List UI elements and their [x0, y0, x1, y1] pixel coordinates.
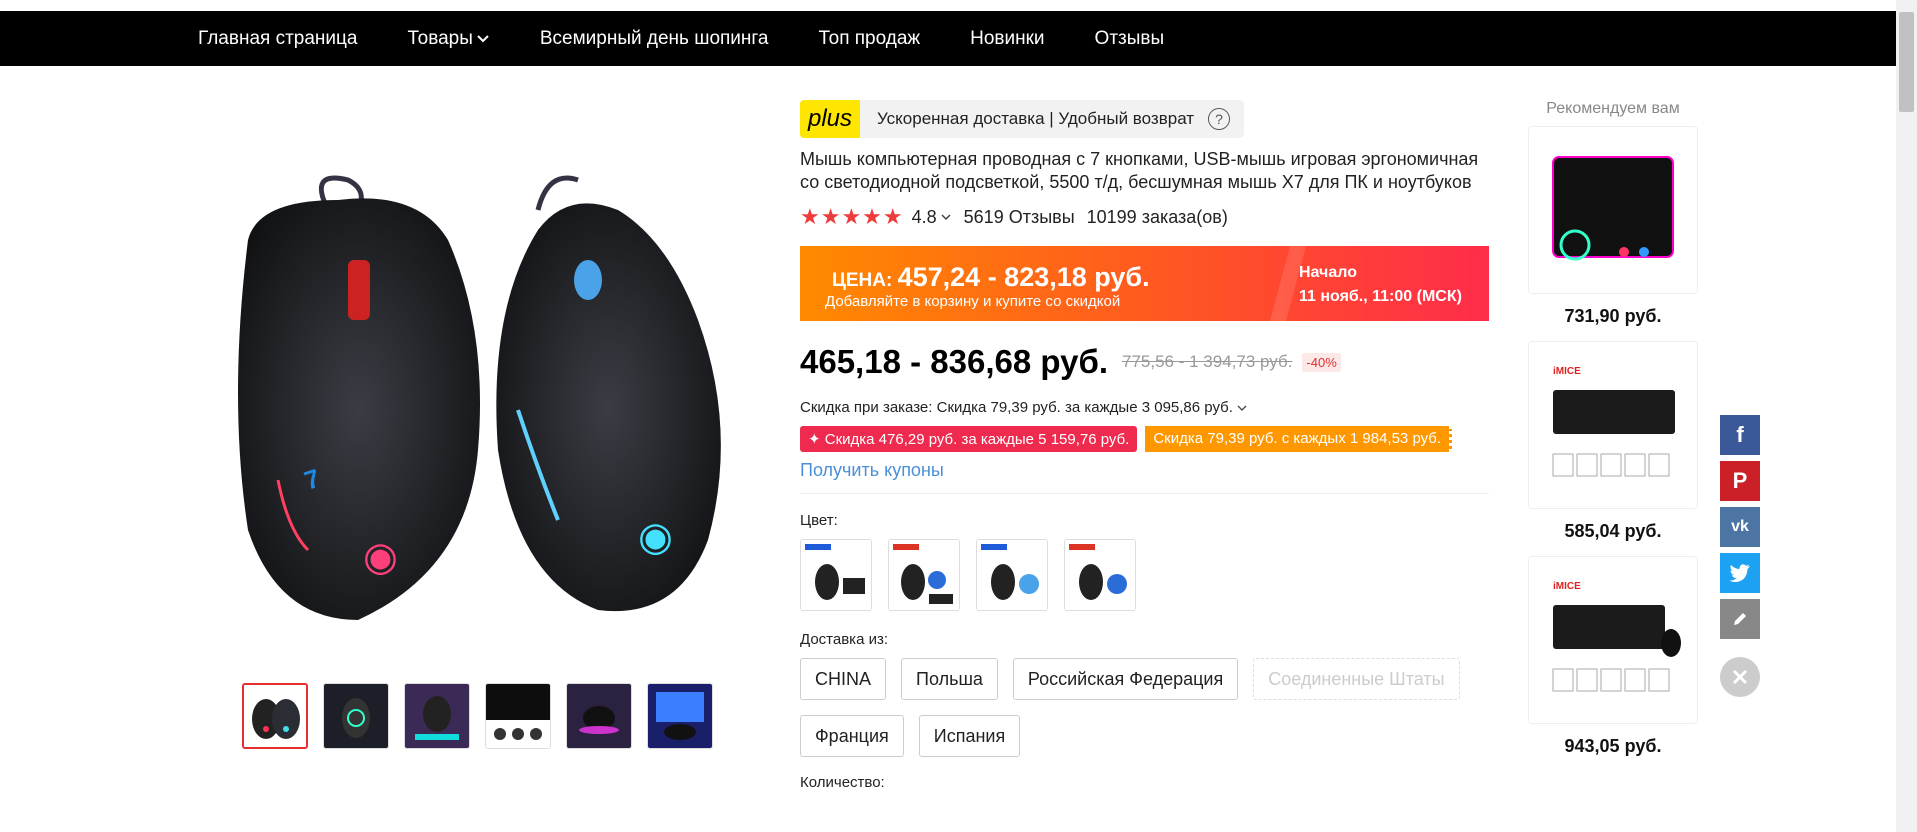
promo-price-banner: ЦЕНА: 457,24 - 823,18 руб. Добавляйте в … [800, 246, 1489, 321]
social-share-bar: f P vk [1720, 415, 1760, 697]
divider [800, 493, 1489, 494]
quantity-label: Количество: [800, 774, 885, 791]
plus-logo: plus [800, 100, 860, 138]
vk-icon[interactable]: vk [1720, 507, 1760, 547]
nav-item-label: Главная страница [198, 27, 358, 49]
rating-value[interactable]: 4.8 [912, 207, 937, 228]
nav-item-home[interactable]: Главная страница [198, 28, 358, 50]
question-circle-icon[interactable]: ? [1208, 108, 1231, 130]
chevron-down-icon[interactable] [940, 212, 952, 222]
recommend-card[interactable]: iMICE [1528, 556, 1698, 724]
order-discount-line[interactable]: Скидка при заказе: Скидка 79,39 руб. за … [800, 399, 1490, 416]
thumbnail[interactable] [566, 683, 632, 749]
recommend-card[interactable]: iMICE [1528, 341, 1698, 509]
svg-text:◉: ◉ [638, 515, 673, 559]
page: Главная страница Товары Всемирный день ш… [0, 0, 1917, 832]
nav-item-label: Новинки [970, 27, 1045, 49]
recommend-price: 585,04 руб. [1564, 521, 1662, 541]
ship-from-spain[interactable]: Испания [918, 715, 1021, 757]
thumbnail[interactable] [404, 683, 470, 749]
shipping-label: Доставка из: [800, 631, 889, 648]
thumbnail[interactable] [647, 683, 713, 749]
plus-banner[interactable]: plus Ускоренная доставка | Удобный возвр… [800, 100, 1245, 138]
recommend-price: 943,05 руб. [1564, 736, 1662, 756]
coupon-list: ✦ Скидка 476,29 руб. за каждые 5 159,76 … [800, 426, 1490, 452]
nav-item-label: Топ продаж [818, 27, 921, 49]
scrollbar-thumb[interactable] [1899, 12, 1914, 112]
nav-item-label: Всемирный день шопинга [539, 27, 769, 49]
recommend-column: Рекомендуем вам 731,90 руб. iMICE 585,04… [1528, 100, 1698, 771]
top-nav-bar: Главная страница Товары Всемирный день ш… [0, 11, 1896, 66]
nav-item-shopping-day[interactable]: Всемирный день шопинга [540, 28, 769, 50]
recommend-card[interactable] [1528, 126, 1698, 294]
pinterest-icon[interactable]: P [1720, 461, 1760, 501]
shipping-options: CHINA Польша Российская Федерация Соедин… [800, 658, 1500, 772]
nav-item-products[interactable]: Товары [408, 28, 490, 50]
ship-from-russia[interactable]: Российская Федерация [1012, 658, 1239, 700]
reviews-count[interactable]: 5619 Отзывы [964, 207, 1075, 228]
chevron-down-icon [477, 34, 489, 42]
promo-price-value: 457,24 - 823,18 руб. [897, 262, 1150, 292]
price-row: 465,18 - 836,68 руб. 775,56 - 1 394,73 р… [800, 343, 1490, 381]
promo-start-label: Начало [1299, 264, 1357, 281]
promo-start: Начало 11 нояб., 11:00 (МСК) [1299, 261, 1462, 309]
nav-item-label: Товары [407, 27, 473, 49]
rating-row: ★★★★★ 4.8 5619 Отзывы 10199 заказа(ов) [800, 204, 1490, 230]
main-nav: Главная страница Товары Всемирный день ш… [198, 11, 1214, 66]
plus-text: Ускоренная доставка | Удобный возврат [877, 109, 1195, 128]
thumbnail[interactable] [242, 683, 308, 749]
product-info: plus Ускоренная доставка | Удобный возвр… [800, 100, 1490, 791]
color-swatch[interactable] [800, 539, 872, 611]
current-price: 465,18 - 836,68 руб. [800, 343, 1108, 380]
color-swatch[interactable] [976, 539, 1048, 611]
promo-price-label: ЦЕНА: [832, 270, 893, 291]
ship-from-poland[interactable]: Польша [901, 658, 998, 700]
thumbnail[interactable] [323, 683, 389, 749]
promo-price: ЦЕНА: 457,24 - 823,18 руб. [832, 262, 1150, 293]
nav-item-label: Отзывы [1094, 27, 1165, 49]
ship-from-china[interactable]: CHINA [800, 658, 887, 700]
discount-badge: -40% [1302, 352, 1341, 372]
mouse-image-icon: 7 ◉ ◉ [238, 175, 721, 621]
recommend-price: 731,90 руб. [1564, 306, 1662, 326]
svg-text:iMICE: iMICE [1553, 366, 1581, 377]
chevron-down-icon [1237, 405, 1247, 411]
get-coupons-link[interactable]: Получить купоны [800, 460, 1490, 481]
order-discount-text: Скидка при заказе: Скидка 79,39 руб. за … [800, 399, 1233, 416]
color-label: Цвет: [800, 512, 838, 529]
ship-from-usa: Соединенные Штаты [1253, 658, 1460, 700]
old-price: 775,56 - 1 394,73 руб. [1122, 352, 1293, 371]
nav-item-reviews[interactable]: Отзывы [1095, 28, 1165, 50]
svg-text:◉: ◉ [363, 535, 398, 579]
color-swatch[interactable] [888, 539, 960, 611]
promo-subtitle: Добавляйте в корзину и купите со скидкой [825, 293, 1121, 310]
thumbnail-strip [242, 683, 728, 749]
coupon-seller[interactable]: Скидка 79,39 руб. с каждых 1 984,53 руб. [1145, 426, 1453, 452]
promo-start-date: 11 нояб., 11:00 (МСК) [1299, 288, 1462, 305]
color-swatch[interactable] [1064, 539, 1136, 611]
product-title: Мышь компьютерная проводная с 7 кнопками… [800, 149, 1479, 192]
orders-count: 10199 заказа(ов) [1086, 206, 1228, 227]
star-rating-icon: ★★★★★ [800, 204, 904, 229]
facebook-icon[interactable]: f [1720, 415, 1760, 455]
color-swatches [800, 539, 1490, 611]
coupon-store[interactable]: ✦ Скидка 476,29 руб. за каждые 5 159,76 … [800, 426, 1138, 452]
scrollbar[interactable] [1896, 0, 1917, 832]
nav-item-new[interactable]: Новинки [970, 28, 1044, 50]
recommend-title: Рекомендуем вам [1546, 100, 1680, 117]
ship-from-france[interactable]: Франция [800, 715, 904, 757]
product-main-image[interactable]: 7 ◉ ◉ [218, 150, 758, 650]
thumbnail[interactable] [485, 683, 551, 749]
close-icon[interactable] [1720, 657, 1760, 697]
nav-item-top-sales[interactable]: Топ продаж [819, 28, 921, 50]
edit-icon[interactable] [1720, 599, 1760, 639]
svg-text:iMICE: iMICE [1553, 581, 1581, 592]
twitter-icon[interactable] [1720, 553, 1760, 593]
